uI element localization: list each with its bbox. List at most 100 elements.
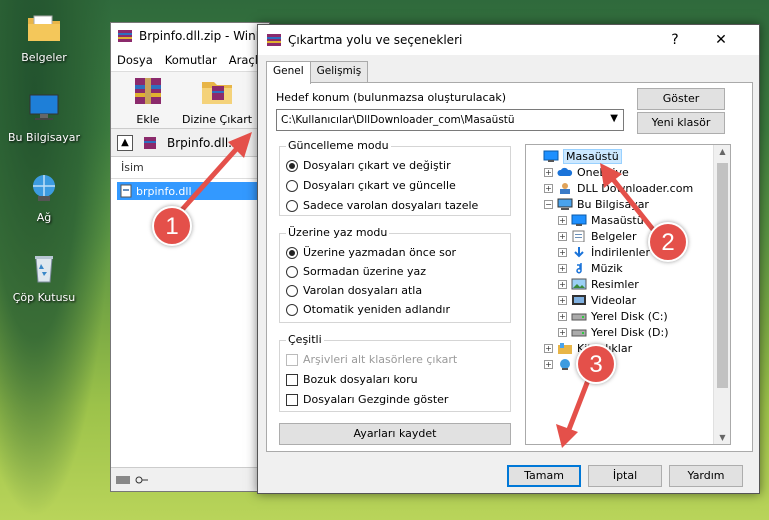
update-option-update[interactable]: Dosyaları çıkart ve güncelle (286, 179, 456, 192)
add-button[interactable]: Ekle (121, 76, 175, 126)
destination-path-combo[interactable]: C:\Kullanıcılar\DllDownloader_com\Masaüs… (276, 109, 624, 131)
radio-button[interactable] (286, 284, 298, 297)
documents-icon (572, 230, 585, 242)
desktop-icon-label: Bu Bilgisayar (8, 131, 80, 144)
tree-item[interactable]: + DLL Downloader.com (544, 180, 693, 196)
desktop-icon (571, 214, 587, 226)
tree-item[interactable]: + Masaüstü (558, 212, 644, 228)
collapse-icon[interactable]: − (544, 199, 553, 209)
help-icon[interactable]: ? (655, 25, 695, 55)
scroll-up-icon[interactable]: ▲ (714, 147, 730, 156)
winrar-icon (267, 34, 281, 46)
radio-button[interactable] (286, 179, 298, 192)
tree-item-label: Masaüstü (591, 213, 644, 227)
desktop-icon-this-pc[interactable]: Bu Bilgisayar (4, 92, 84, 144)
help-button[interactable]: Yardım (669, 465, 743, 487)
winrar-titlebar[interactable]: Brpinfo.dll.zip - WinR (111, 23, 269, 49)
checkbox[interactable] (286, 393, 298, 406)
radio-button[interactable] (286, 246, 298, 259)
folder-tree[interactable]: Masaüstü + OneDrive + DLL Downloader.com − Bu … (525, 144, 731, 445)
misc-option-show-in-explorer[interactable]: Dosyaları Gezginde göster (286, 393, 448, 406)
expand-icon[interactable]: + (558, 327, 567, 337)
cancel-button[interactable]: İptal (588, 465, 662, 487)
dialog-titlebar[interactable]: Çıkartma yolu ve seçenekleri ? ✕ (258, 25, 759, 55)
expand-icon[interactable]: + (558, 247, 567, 257)
expand-icon[interactable]: + (558, 263, 567, 273)
scrollbar-thumb[interactable] (717, 163, 728, 388)
overwrite-mode-group: Üzerine yaz modu Üzerine yazmadan önce s… (279, 226, 511, 323)
recycle-bin-icon (35, 256, 53, 283)
desktop-icon-network[interactable]: Ağ (4, 172, 84, 224)
option-label: Otomatik yeniden adlandır (303, 303, 450, 316)
desktop-icon-label: Çöp Kutusu (12, 291, 76, 304)
tree-item[interactable]: − Bu Bilgisayar (544, 196, 649, 212)
checkbox[interactable] (286, 373, 298, 386)
desktop-icon-documents[interactable]: Belgeler (4, 12, 84, 64)
tree-item[interactable]: + Müzik (558, 260, 623, 276)
archive-icon (144, 136, 156, 149)
radio-button[interactable] (286, 265, 298, 278)
overwrite-option-without-prompt[interactable]: Sormadan üzerine yaz (286, 265, 426, 278)
column-name-header[interactable]: İsim (111, 157, 269, 179)
tree-item[interactable]: + Resimler (558, 276, 639, 292)
scroll-down-icon[interactable]: ▼ (714, 433, 730, 442)
option-label: Arşivleri alt klasörlere çıkart (303, 353, 458, 366)
radio-button[interactable] (286, 303, 298, 316)
overwrite-option-ask[interactable]: Üzerine yazmadan önce sor (286, 246, 456, 259)
chevron-down-icon[interactable]: ▼ (610, 113, 618, 124)
expand-icon[interactable]: + (544, 183, 553, 193)
winrar-title: Brpinfo.dll.zip - WinR (139, 29, 265, 43)
network-icon (33, 175, 55, 201)
expand-icon[interactable]: + (558, 295, 567, 305)
tab-advanced[interactable]: Gelişmiş (309, 61, 369, 83)
up-folder-icon[interactable]: ▲ (117, 134, 133, 151)
new-folder-button[interactable]: Yeni klasör (637, 112, 725, 134)
expand-icon[interactable]: + (558, 279, 567, 289)
expand-icon[interactable]: + (558, 215, 567, 225)
radio-button[interactable] (286, 159, 298, 172)
misc-title: Çeşitli (286, 333, 324, 346)
destination-label: Hedef konum (bulunmazsa oluşturulacak) (276, 91, 506, 104)
misc-option-keep-broken[interactable]: Bozuk dosyaları koru (286, 373, 418, 386)
tree-item-label: İndirilenler (591, 245, 650, 259)
tree-item[interactable]: + İndirilenler (558, 244, 650, 260)
extract-to-button[interactable]: Dizine Çıkart (177, 76, 257, 126)
expand-icon[interactable]: + (544, 167, 553, 177)
user-folder-icon (560, 183, 570, 194)
tree-item[interactable]: + Yerel Disk (C:) (558, 308, 668, 324)
desktop-icon-recycle-bin[interactable]: Çöp Kutusu (4, 252, 84, 304)
overwrite-option-rename[interactable]: Otomatik yeniden adlandır (286, 303, 450, 316)
option-label: Üzerine yazmadan önce sor (303, 246, 457, 259)
save-settings-button[interactable]: Ayarları kaydet (279, 423, 511, 445)
option-label: Dosyaları Gezginde göster (303, 393, 449, 406)
tree-item-label: Resimler (591, 277, 639, 291)
tree-scrollbar[interactable]: ▲ ▼ (713, 145, 730, 444)
tree-item[interactable]: + Videolar (558, 292, 636, 308)
expand-icon[interactable]: + (544, 343, 553, 353)
menu-file[interactable]: Dosya (117, 53, 153, 67)
file-row[interactable]: brpinfo.dll (117, 182, 257, 200)
update-option-replace[interactable]: Dosyaları çıkart ve değiştir (286, 159, 451, 172)
radio-button[interactable] (286, 199, 298, 212)
show-button[interactable]: Göster (637, 88, 725, 110)
update-mode-group: Güncelleme modu Dosyaları çıkart ve deği… (279, 139, 511, 216)
ok-button[interactable]: Tamam (507, 465, 581, 487)
expand-icon[interactable]: + (544, 359, 553, 369)
expand-icon[interactable]: + (558, 311, 567, 321)
general-pane: Hedef konum (bulunmazsa oluşturulacak) C… (266, 82, 753, 452)
close-icon[interactable]: ✕ (701, 25, 741, 55)
expand-icon[interactable]: + (558, 231, 567, 241)
archive-path[interactable]: Brpinfo.dll.za (167, 136, 246, 150)
tree-item[interactable]: + Belgeler (558, 228, 636, 244)
tree-item-label: Belgeler (591, 229, 637, 243)
update-option-freshen[interactable]: Sadece varolan dosyaları tazele (286, 199, 478, 212)
tree-item[interactable]: + OneDrive (544, 164, 629, 180)
tree-item-label: Masaüstü (563, 148, 622, 164)
tree-item[interactable]: Masaüstü (530, 148, 622, 164)
overwrite-option-skip[interactable]: Varolan dosyaları atla (286, 284, 422, 297)
desktop-icon-label: Belgeler (21, 51, 67, 64)
menu-commands[interactable]: Komutlar (165, 53, 217, 67)
tree-item-label: Yerel Disk (D:) (591, 325, 669, 339)
tree-item[interactable]: + Yerel Disk (D:) (558, 324, 669, 340)
tab-general[interactable]: Genel (266, 61, 311, 84)
